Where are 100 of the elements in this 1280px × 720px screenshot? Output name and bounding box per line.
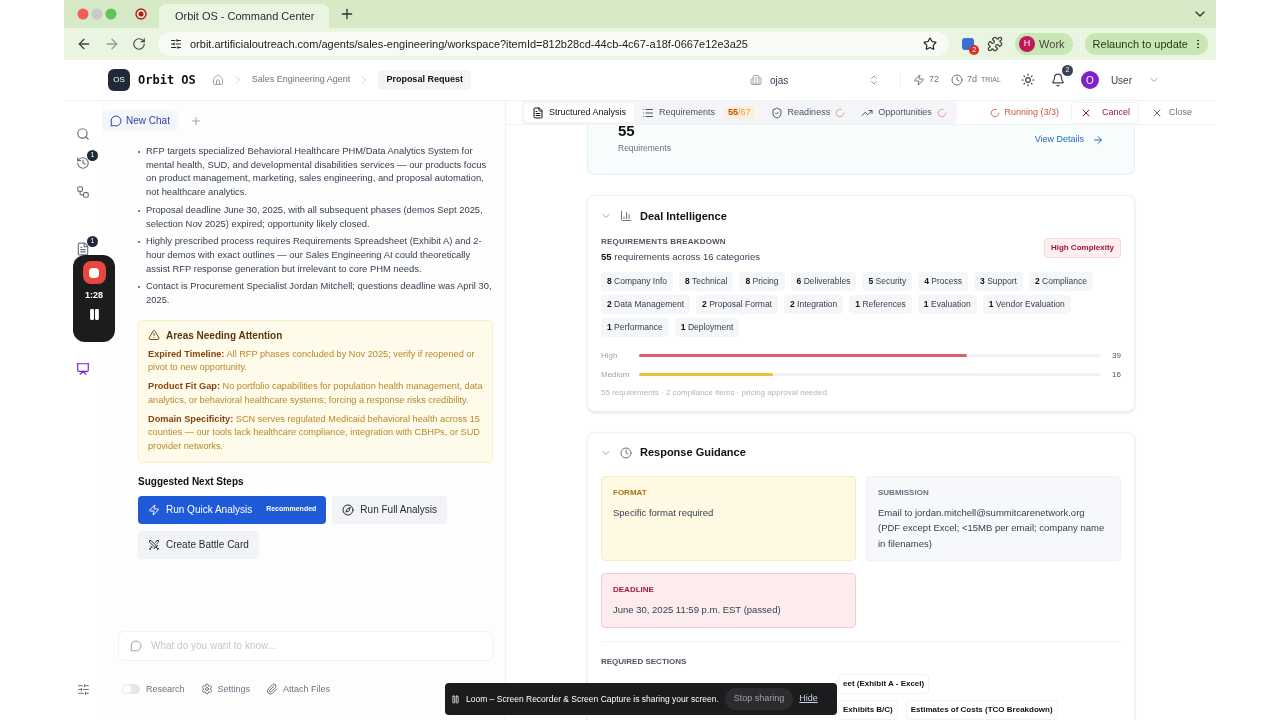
- user-avatar[interactable]: O: [1080, 71, 1099, 89]
- profile-chip[interactable]: H Work: [1015, 33, 1073, 55]
- lightning-icon: [913, 74, 925, 86]
- extensions-icon[interactable]: [987, 36, 1004, 52]
- compass-icon: [342, 503, 355, 516]
- guidance-text: June 30, 2025 11:59 p.m. EST (passed): [613, 602, 782, 617]
- stop-sharing-button[interactable]: Stop sharing: [724, 688, 794, 710]
- guidance-label: SUBMISSION: [878, 486, 930, 499]
- back-icon[interactable]: [76, 36, 92, 52]
- insight-text: Contact is Procurement Specialist Jordan Mitchell; questions deadline was April 30, 2025.: [146, 279, 493, 307]
- tab[interactable]: Opportunities: [853, 103, 955, 122]
- category-chip: 1 References: [849, 295, 912, 314]
- insight-text: Proposal deadline June 30, 2025, with all subsequent phases (demos Sept 2025, selection Nov 2025) expired; opportunity likely closed.: [146, 202, 484, 231]
- bookmark-icon[interactable]: [923, 37, 938, 51]
- arrow-right-icon: [1092, 133, 1104, 146]
- profile-name: Work: [1039, 36, 1065, 52]
- attach-button[interactable]: Attach Files: [266, 682, 331, 696]
- card-title: Deal Intelligence: [640, 208, 727, 224]
- brand-name: Orbit OS: [138, 72, 196, 89]
- card-title: Response Guidance: [640, 445, 746, 461]
- trial-days: 7d: [967, 73, 978, 87]
- research-toggle[interactable]: [122, 684, 140, 695]
- address-bar[interactable]: orbit.artificialoutreach.com/agents/sales-engineering/workspace?itemId=812b28cd-44cb-4c67-a18f-0667e12e3a25: [158, 32, 950, 56]
- run-status: Running (3/3): [1004, 105, 1059, 119]
- building-icon: [750, 74, 762, 86]
- clock-icon: [951, 74, 963, 86]
- loading-icon: [990, 107, 1001, 118]
- card-title: Areas Needing Attention: [166, 328, 283, 343]
- category-chip: 6 Deliverables: [790, 272, 857, 291]
- category-chip: 3 Support: [974, 272, 1023, 291]
- pause-icon: [451, 694, 460, 704]
- guidance-text: Email to jordan.mitchell@summitcarenetwork.org (PDF except Excel; <15MB per email; company name in filenames): [878, 505, 1106, 551]
- insight-text: Highly prescribed process requires Requirements Spreadsheet (Exhibit A) and 2-hour demos with exact outlines — our Sales Engineering AI could theoretically assist RFP response generation but irrelevant to core PHM needs.: [146, 234, 483, 276]
- footnote: 55 requirements · 2 compliance items · pricing approval needed: [601, 386, 828, 399]
- browser-tab[interactable]: Orbit OS - Command Center: [159, 4, 329, 28]
- chat-icon: [130, 639, 142, 652]
- pause-icon[interactable]: [87, 307, 101, 321]
- theme-icon[interactable]: [1020, 73, 1035, 87]
- window-controls[interactable]: [77, 8, 117, 20]
- action-button[interactable]: Run Full Analysis: [332, 495, 448, 524]
- history-icon[interactable]: [76, 156, 90, 170]
- priority-label: High: [601, 349, 619, 362]
- breakdown-summary: 55 requirements across 16 categories: [601, 250, 760, 264]
- new-tab-icon[interactable]: [339, 6, 355, 22]
- section-chip: eet (Exhibit A - Excel): [838, 673, 930, 694]
- priority-count: 39: [1111, 349, 1121, 362]
- search-icon[interactable]: [76, 127, 90, 141]
- attention-item: Domain Specificity: SCN serves regulated Medicaid behavioral health across 15 counties — our tools lack healthcare compliance, integration with CBHPs, or SUD provider networks.: [148, 412, 481, 453]
- stop-recording-button[interactable]: [82, 261, 106, 284]
- breadcrumb-item[interactable]: Proposal Request: [378, 70, 471, 90]
- summary-label: Requirements: [618, 142, 671, 155]
- close-button[interactable]: Close: [1151, 105, 1192, 120]
- logo[interactable]: OS: [108, 69, 130, 91]
- profile-avatar: H: [1019, 36, 1036, 52]
- section-chip: Estimates of Costs (TCO Breakdown): [905, 699, 1058, 720]
- category-chip: 8 Technical: [679, 272, 734, 291]
- recording-time: 1:28: [85, 289, 103, 302]
- reload-icon[interactable]: [132, 37, 146, 51]
- hide-link[interactable]: Hide: [799, 692, 818, 706]
- tab[interactable]: Requirements 55/67: [634, 103, 763, 122]
- category-chip: 8 Company Info: [601, 272, 674, 291]
- category-chip: 2 Proposal Format: [696, 295, 778, 314]
- summary-value: 55: [618, 123, 636, 138]
- swords-icon: [148, 538, 160, 551]
- category-chip: 1 Performance: [601, 317, 669, 337]
- category-chip: 2 Integration: [784, 295, 844, 314]
- tune-icon[interactable]: [76, 683, 90, 696]
- notifications-icon[interactable]: [1050, 73, 1065, 87]
- presentation-icon[interactable]: [76, 362, 90, 376]
- tab[interactable]: Readiness: [762, 103, 854, 122]
- chat-tab[interactable]: New Chat: [102, 110, 178, 131]
- settings-button[interactable]: Settings: [200, 682, 251, 696]
- view-details-link[interactable]: View Details: [1034, 133, 1104, 147]
- attention-item: Expired Timeline: All RFP phases concluded by Nov 2025; verify if reopened or pivot to new opportunity.: [148, 347, 476, 375]
- section-chip: Exhibits B/C): [838, 699, 898, 720]
- category-chip: 1 Deployment: [674, 317, 740, 337]
- share-message: Loom – Screen Recorder & Screen Capture is sharing your screen.: [466, 692, 719, 706]
- count-badge: 55/67: [724, 105, 755, 120]
- insight-text: RFP targets specialized Behavioral Healthcare PHM/Data Analytics System for mental health, SUD, and developmental disabilities services — our products focus on product management, marketing, sales engineering, and proposal automation, not healthcare analytics.: [146, 144, 488, 199]
- action-button[interactable]: Create Battle Card: [138, 530, 259, 559]
- document-icon: [532, 106, 544, 119]
- category-chip: 1 Evaluation: [917, 295, 977, 314]
- relaunch-button[interactable]: Relaunch to update: [1084, 33, 1208, 55]
- cancel-button[interactable]: Cancel: [1070, 101, 1139, 124]
- tab[interactable]: Structured Analysis: [524, 103, 635, 122]
- list-icon: [642, 106, 655, 119]
- site-settings-icon[interactable]: [170, 38, 182, 50]
- workspace-select[interactable]: ojas: [750, 72, 880, 88]
- section-label: REQUIREMENTS BREAKDOWN: [601, 236, 727, 248]
- breadcrumb-item[interactable]: Sales Engineering Agent: [251, 73, 351, 87]
- extension-icon[interactable]: [961, 37, 976, 51]
- category-chip: 5 Security: [862, 272, 913, 291]
- settings-icon: [200, 683, 213, 696]
- warning-icon: [148, 329, 160, 342]
- guidance-label: DEADLINE: [613, 583, 655, 596]
- guidance-label: FORMAT: [613, 486, 648, 499]
- user-name[interactable]: User: [1110, 72, 1132, 88]
- document-icon[interactable]: [76, 242, 90, 256]
- workflow-icon[interactable]: [76, 185, 90, 199]
- attention-item: Product Fit Gap: No portfolio capabilities for population health management, data analytics, or behavioral healthcare systems; forcing a response risks credibility.: [148, 380, 483, 407]
